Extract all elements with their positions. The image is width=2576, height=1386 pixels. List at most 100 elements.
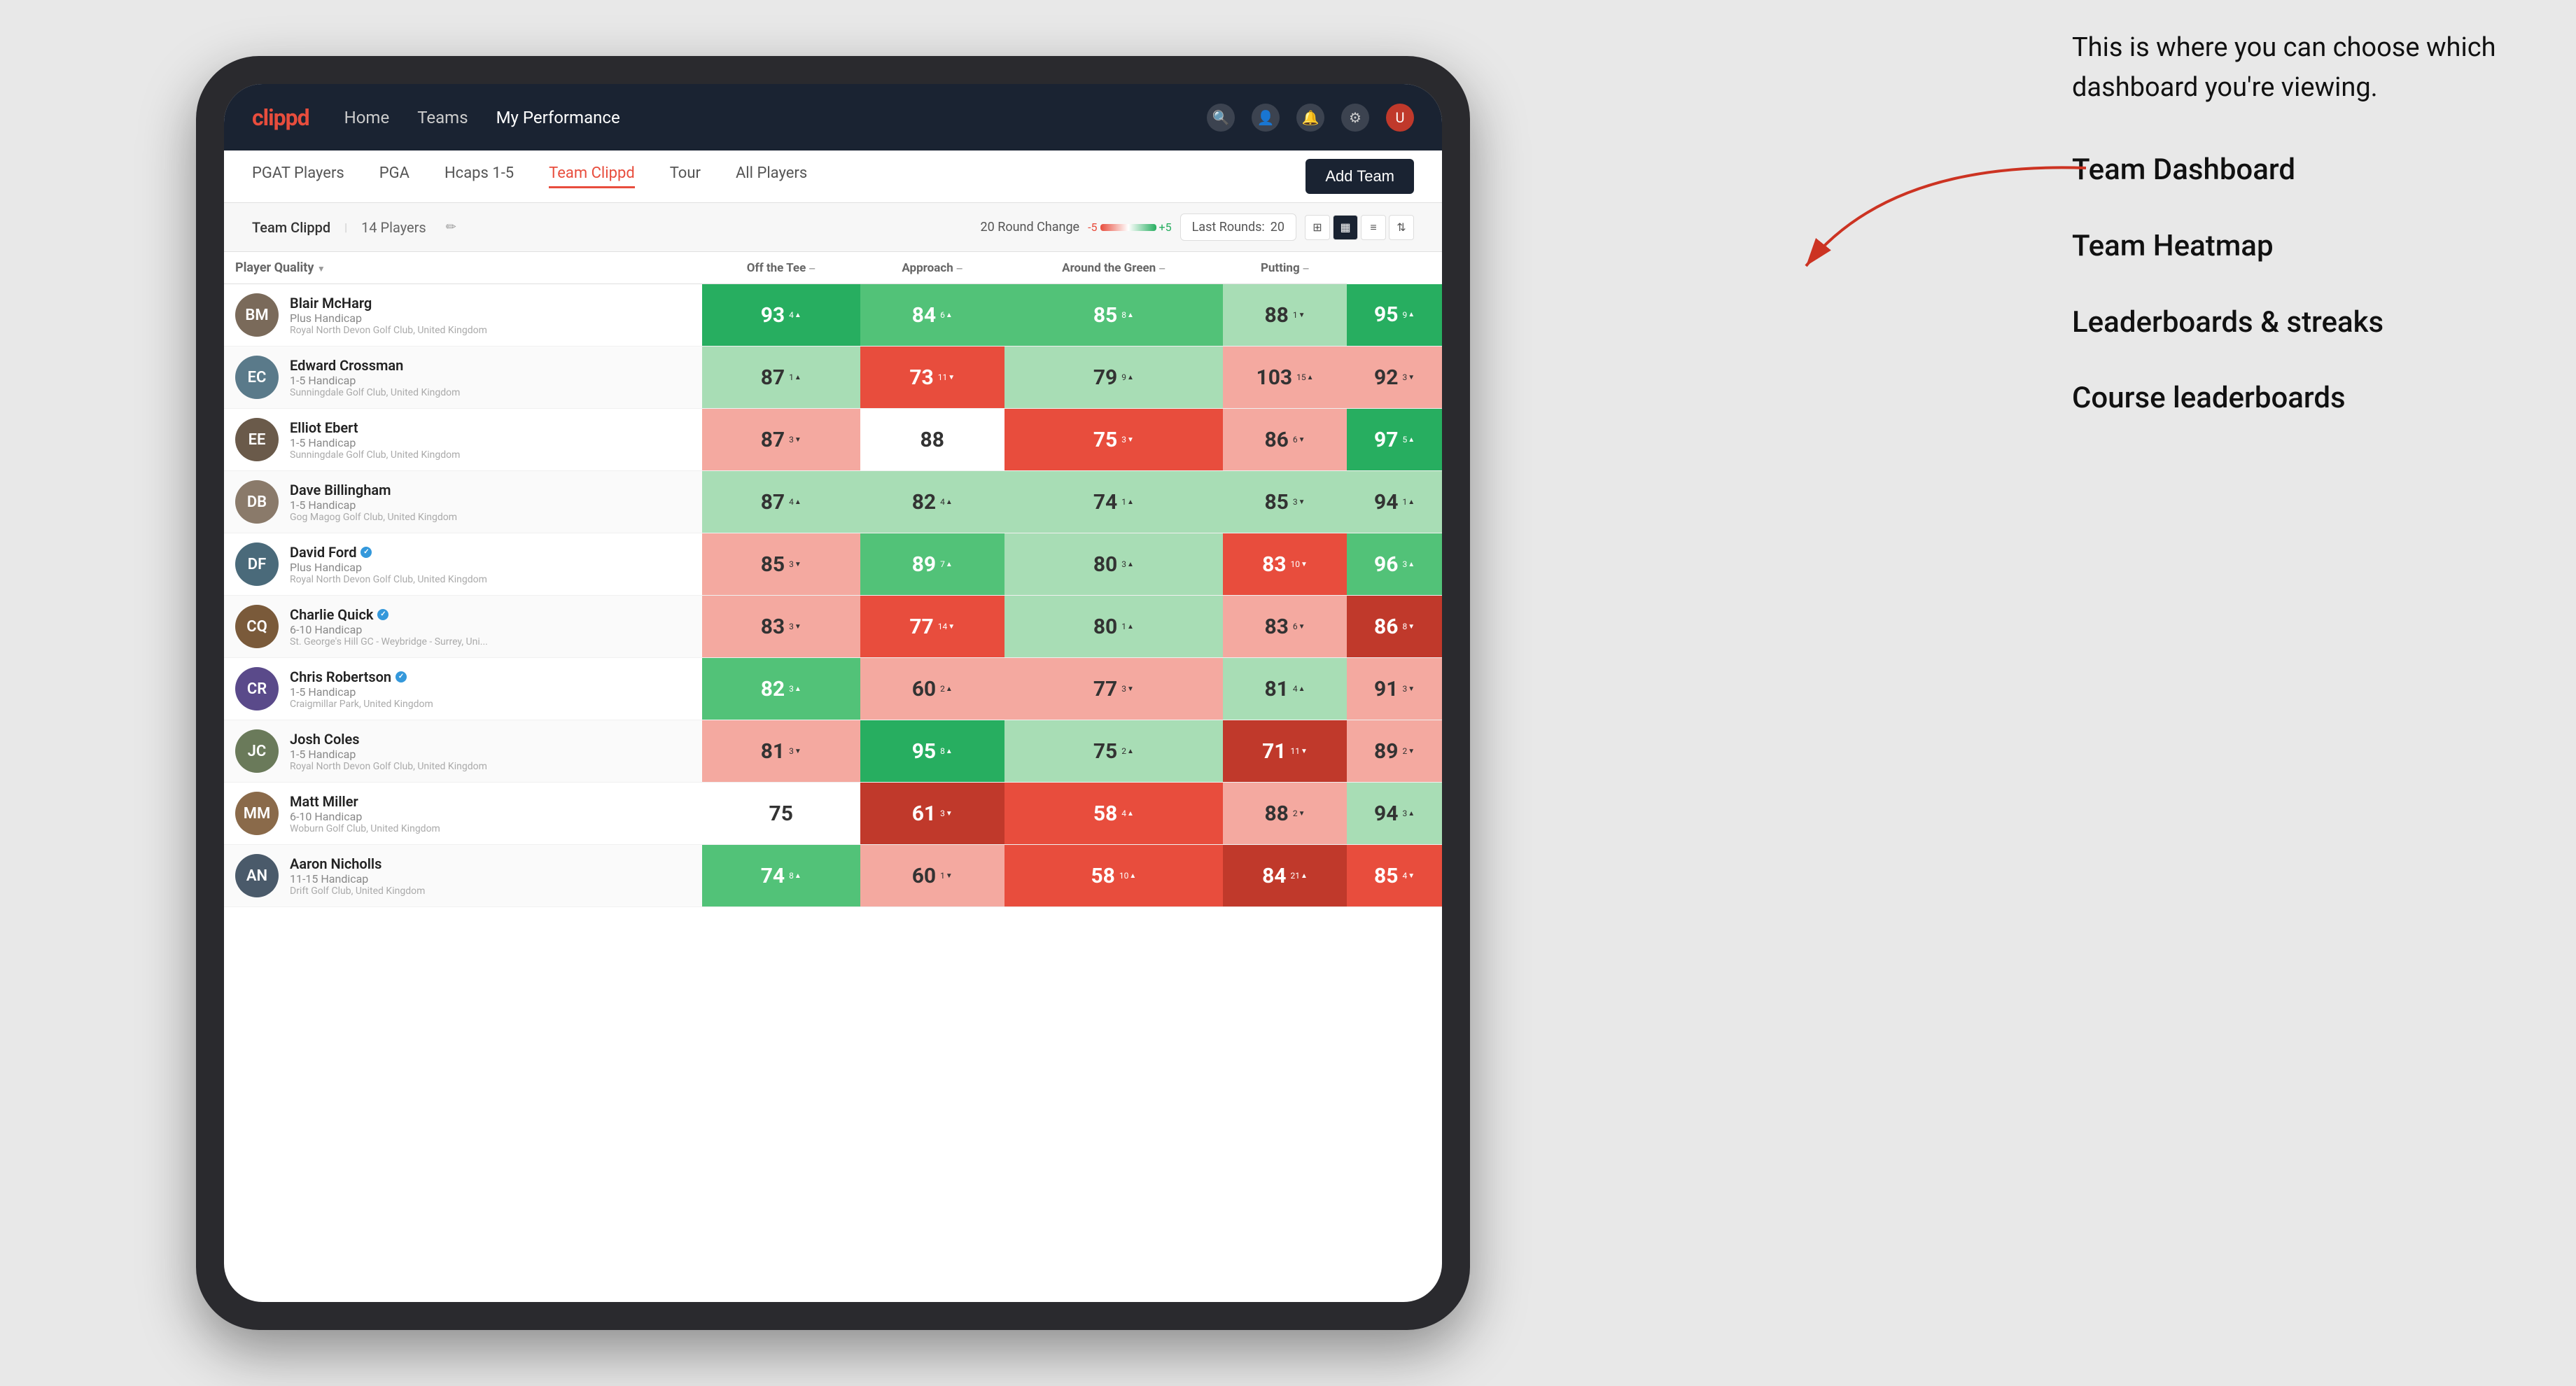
metric-cell-offTee[interactable]: 77 14▼ [860,596,1004,658]
table-row[interactable]: DF David Ford ✓ Plus Handicap Royal Nort… [224,533,1442,596]
view-grid-icon[interactable]: ⊞ [1305,215,1330,240]
metric-cell-aroundGreen[interactable]: 85 3▼ [1223,471,1347,533]
metric-cell-putting[interactable]: 94 1▲ [1347,471,1442,533]
search-icon[interactable]: 🔍 [1207,104,1235,132]
player-handicap: Plus Handicap [290,561,487,574]
profile-icon[interactable]: 👤 [1252,104,1280,132]
table-row[interactable]: DB Dave Billingham 1-5 Handicap Gog Mago… [224,471,1442,533]
metric-cell-offTee[interactable]: 61 3▼ [860,783,1004,845]
table-row[interactable]: BM Blair McHarg Plus Handicap Royal Nort… [224,284,1442,346]
metric-cell-putting[interactable]: 89 2▼ [1347,720,1442,783]
tab-hcaps[interactable]: Hcaps 1-5 [444,164,514,188]
last-rounds-button[interactable]: Last Rounds: 20 [1180,214,1296,241]
metric-cell-approach[interactable]: 74 1▲ [1004,471,1223,533]
edit-icon[interactable]: ✏ [446,220,456,234]
table-scroll[interactable]: Player Quality ▼ Off the Tee — Approach … [224,252,1442,1302]
player-cell: EC Edward Crossman 1-5 Handicap Sunningd… [224,347,702,407]
metric-cell-offTee[interactable]: 60 1▼ [860,845,1004,907]
metric-change: 3▼ [789,622,802,631]
nav-icons: 🔍 👤 🔔 ⚙ U [1207,104,1414,132]
tab-pga[interactable]: PGA [379,164,410,188]
notifications-icon[interactable]: 🔔 [1296,104,1324,132]
view-heatmap-icon[interactable]: ▦ [1333,215,1358,240]
metric-cell-approach[interactable]: 80 3▲ [1004,533,1223,596]
metric-cell-playerQuality[interactable]: 87 1▲ [702,346,860,409]
metric-cell-putting[interactable]: 85 4▼ [1347,845,1442,907]
header-putting[interactable]: Putting — [1223,252,1347,284]
metric-cell-aroundGreen[interactable]: 71 11▼ [1223,720,1347,783]
metric-cell-approach[interactable]: 75 3▼ [1004,409,1223,471]
annotation-item-3: Leaderboards & streaks [2072,302,2562,344]
add-team-button[interactable]: Add Team [1306,159,1414,194]
metric-cell-offTee[interactable]: 89 7▲ [860,533,1004,596]
metric-cell-approach[interactable]: 58 4▲ [1004,783,1223,845]
player-club: Sunningdale Golf Club, United Kingdom [290,387,460,398]
metric-cell-aroundGreen[interactable]: 88 1▼ [1223,284,1347,346]
metric-cell-approach[interactable]: 58 10▲ [1004,845,1223,907]
metric-cell-aroundGreen[interactable]: 88 2▼ [1223,783,1347,845]
settings-icon[interactable]: ⚙ [1341,104,1369,132]
metric-cell-offTee[interactable]: 73 11▼ [860,346,1004,409]
metric-cell-aroundGreen[interactable]: 84 21▲ [1223,845,1347,907]
metric-box: 75 2▲ [1004,720,1223,782]
metric-cell-aroundGreen[interactable]: 83 10▼ [1223,533,1347,596]
metric-cell-playerQuality[interactable]: 93 4▲ [702,284,860,346]
table-row[interactable]: EC Edward Crossman 1-5 Handicap Sunningd… [224,346,1442,409]
metric-cell-playerQuality[interactable]: 82 3▲ [702,658,860,720]
user-avatar[interactable]: U [1386,104,1414,132]
metric-cell-playerQuality[interactable]: 85 3▼ [702,533,860,596]
tab-team-clippd[interactable]: Team Clippd [549,164,635,188]
metric-cell-approach[interactable]: 80 1▲ [1004,596,1223,658]
metric-cell-playerQuality[interactable]: 83 3▼ [702,596,860,658]
tab-tour[interactable]: Tour [670,164,701,188]
metric-cell-offTee[interactable]: 82 4▲ [860,471,1004,533]
nav-teams[interactable]: Teams [417,108,468,127]
nav-home[interactable]: Home [344,108,390,127]
metric-cell-offTee[interactable]: 84 6▲ [860,284,1004,346]
metric-cell-putting[interactable]: 96 3▲ [1347,533,1442,596]
metric-cell-offTee[interactable]: 95 8▲ [860,720,1004,783]
table-row[interactable]: JC Josh Coles 1-5 Handicap Royal North D… [224,720,1442,783]
header-off-tee[interactable]: Off the Tee — [702,252,860,284]
view-more-icon[interactable]: ⇅ [1389,215,1414,240]
metric-cell-offTee[interactable]: 60 2▲ [860,658,1004,720]
metric-cell-playerQuality[interactable]: 75 [702,783,860,845]
table-row[interactable]: MM Matt Miller 6-10 Handicap Woburn Golf… [224,783,1442,845]
tab-all-players[interactable]: All Players [736,164,807,188]
metric-cell-aroundGreen[interactable]: 103 15▲ [1223,346,1347,409]
metric-cell-approach[interactable]: 77 3▼ [1004,658,1223,720]
player-table-container: Player Quality ▼ Off the Tee — Approach … [224,252,1442,1302]
tab-pgat-players[interactable]: PGAT Players [252,164,344,188]
nav-my-performance[interactable]: My Performance [496,108,620,127]
metric-cell-offTee[interactable]: 88 [860,409,1004,471]
player-cell: CR Chris Robertson ✓ 1-5 Handicap Craigm… [224,659,702,719]
metric-cell-playerQuality[interactable]: 87 4▲ [702,471,860,533]
metric-cell-aroundGreen[interactable]: 86 6▼ [1223,409,1347,471]
metric-change: 8▲ [789,871,802,881]
metric-cell-putting[interactable]: 86 8▼ [1347,596,1442,658]
header-around-green[interactable]: Around the Green — [1004,252,1223,284]
metric-cell-aroundGreen[interactable]: 83 6▼ [1223,596,1347,658]
metric-score: 85 [1374,864,1398,888]
metric-cell-putting[interactable]: 92 3▼ [1347,346,1442,409]
metric-box: 60 1▼ [860,845,1004,906]
metric-cell-playerQuality[interactable]: 87 3▼ [702,409,860,471]
metric-cell-approach[interactable]: 75 2▲ [1004,720,1223,783]
header-approach[interactable]: Approach — [860,252,1004,284]
metric-cell-approach[interactable]: 85 8▲ [1004,284,1223,346]
metric-change: 2▲ [1121,746,1134,756]
table-row[interactable]: EE Elliot Ebert 1-5 Handicap Sunningdale… [224,409,1442,471]
metric-cell-playerQuality[interactable]: 81 3▼ [702,720,860,783]
metric-cell-putting[interactable]: 97 5▲ [1347,409,1442,471]
table-row[interactable]: AN Aaron Nicholls 11-15 Handicap Drift G… [224,845,1442,907]
metric-cell-playerQuality[interactable]: 74 8▲ [702,845,860,907]
metric-cell-aroundGreen[interactable]: 81 4▲ [1223,658,1347,720]
table-row[interactable]: CQ Charlie Quick ✓ 6-10 Handicap St. Geo… [224,596,1442,658]
metric-cell-approach[interactable]: 79 9▲ [1004,346,1223,409]
metric-cell-putting[interactable]: 95 9▲ [1347,284,1442,346]
header-player-quality[interactable]: Player Quality ▼ [224,252,702,284]
view-list-icon[interactable]: ≡ [1361,215,1386,240]
metric-cell-putting[interactable]: 91 3▼ [1347,658,1442,720]
table-row[interactable]: CR Chris Robertson ✓ 1-5 Handicap Craigm… [224,658,1442,720]
metric-cell-putting[interactable]: 94 3▲ [1347,783,1442,845]
